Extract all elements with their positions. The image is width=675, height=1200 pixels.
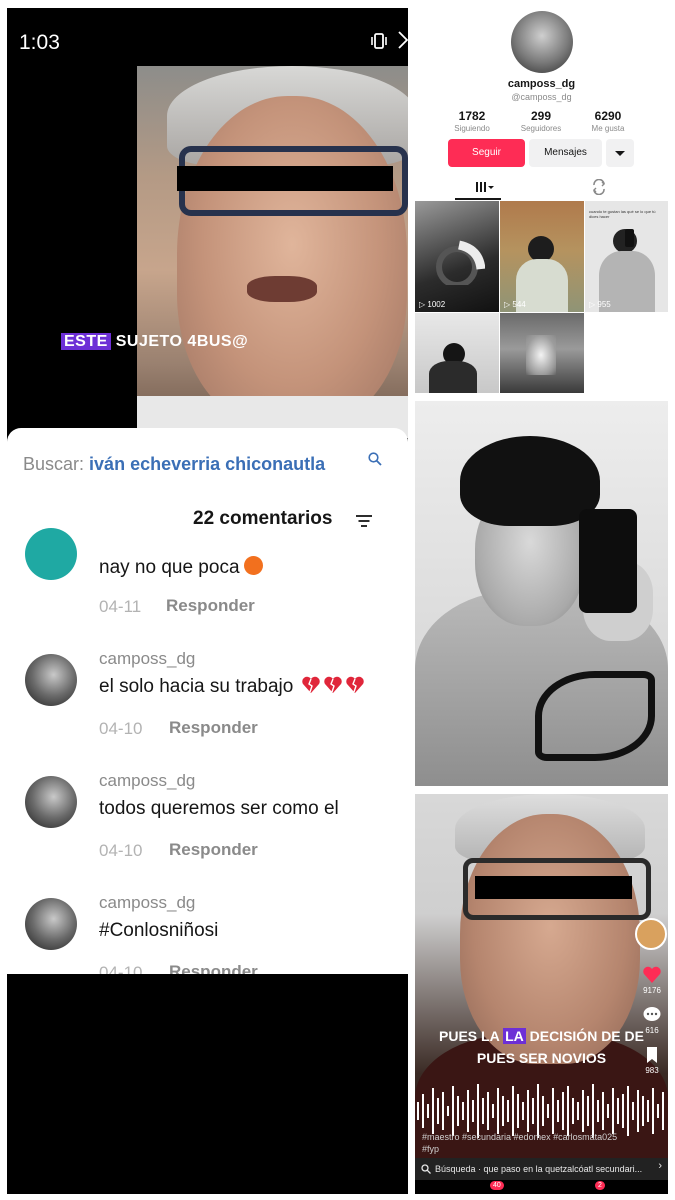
chevron-right-icon: › <box>658 1160 662 1172</box>
bottom-nav <box>415 1180 668 1194</box>
censor-bar <box>475 876 632 899</box>
profile-handle: @camposs_dg <box>511 92 572 102</box>
comment-username[interactable]: camposs_dg <box>99 893 195 913</box>
reply-button[interactable]: Responder <box>169 962 258 974</box>
stat-likes: 6290 Me gusta <box>591 109 625 133</box>
thumb-views: 544 <box>504 300 525 309</box>
comment-text: el solo hacia su trabajo <box>99 676 365 698</box>
comments-count: 22 comentarios <box>193 508 333 529</box>
search-suggestion[interactable]: Buscar: iván echeverria chiconautla <box>23 454 325 475</box>
comment-username[interactable]: camposs_dg <box>99 649 195 669</box>
comment-date: 04-11 <box>99 597 142 616</box>
comment-date: 04-10 <box>99 841 143 860</box>
creator-avatar[interactable] <box>635 918 667 950</box>
video-thumbnail[interactable]: cuando te gustan las qué se lo que tú di… <box>585 201 668 312</box>
video-caption: ESTE SUJETO 4BUS@ <box>61 333 248 351</box>
video-thumbnail[interactable] <box>500 313 584 393</box>
caption-highlight: ESTE <box>61 333 111 350</box>
video-thumbnail[interactable]: 1002 <box>415 201 499 312</box>
search-icon <box>421 1164 431 1174</box>
video-hashtags[interactable]: #maestro #secundaria #edomex #carlosmata… <box>422 1131 632 1155</box>
notification-badge: 2 <box>595 1181 605 1190</box>
grid-tab-icon[interactable] <box>475 180 495 194</box>
notification-badge: 40 <box>490 1181 504 1190</box>
thumb-views: 955 <box>589 300 610 309</box>
broken-heart-icon <box>323 676 342 693</box>
phone <box>579 509 637 613</box>
profile-name: camposs_dg <box>507 78 576 90</box>
like-button[interactable]: 9176 <box>639 966 665 995</box>
message-button[interactable]: Mensajes <box>529 139 602 167</box>
black-area <box>7 974 408 1194</box>
status-time: 1:03 <box>19 31 60 54</box>
heart-icon <box>643 966 661 983</box>
save-count: 983 <box>645 1066 659 1075</box>
thumb-overlay-text: cuando te gustan las qué se lo que tú di… <box>589 209 656 219</box>
reply-button[interactable]: Responder <box>169 840 258 860</box>
comment-date: 04-10 <box>99 719 143 738</box>
censor-bar <box>177 166 393 191</box>
screen-rotate-icon <box>398 31 408 49</box>
comments-sheet: Buscar: iván echeverria chiconautla 22 c… <box>7 428 408 974</box>
search-icon[interactable] <box>368 452 382 466</box>
comment-text: #Conlosniñosi <box>99 920 219 941</box>
video-thumbnail[interactable]: 544 <box>500 201 584 312</box>
follow-button[interactable]: Seguir <box>448 139 525 167</box>
profile-avatar[interactable] <box>511 11 573 73</box>
left-screenshot-panel: 1:03 ESTE SUJETO 4BUS@ Buscar: iván eche… <box>7 8 408 1194</box>
search-bar[interactable]: Búsqueda · que paso en la quetzalcóatl s… <box>415 1158 668 1180</box>
comment-item: camposs_dg #Conlosniñosi 04-10 Responder <box>7 890 408 974</box>
comment-item: camposs_dg el solo hacia su trabajo 04-1… <box>7 646 408 756</box>
caption-text: SUJETO 4BUS@ <box>115 333 249 350</box>
avatar[interactable] <box>25 654 77 706</box>
stat-following[interactable]: 1782 Siguiendo <box>437 109 507 133</box>
reply-button[interactable]: Responder <box>169 718 258 738</box>
comment-text: todos queremos ser como el <box>99 798 339 819</box>
profile-screenshot: camposs_dg @camposs_dg 1782 Siguiendo 29… <box>415 8 668 313</box>
video-caption-line2: PUES SER NOVIOS <box>476 1050 607 1066</box>
broken-heart-icon <box>301 676 320 693</box>
reply-button[interactable]: Responder <box>166 596 255 616</box>
thumb-views: 1002 <box>419 300 445 309</box>
avatar[interactable] <box>25 898 77 950</box>
comment-item: camposs_dg todos queremos ser como el 04… <box>7 768 408 878</box>
more-options-button[interactable] <box>606 139 634 167</box>
search-prefix: Buscar: <box>23 454 85 474</box>
video-caption-line1: PUES LA LA DECISIÓN DE DE <box>439 1028 644 1044</box>
search-query[interactable]: iván echeverria chiconautla <box>89 454 325 474</box>
avatar[interactable] <box>25 776 77 828</box>
repost-tab-icon[interactable] <box>591 179 607 195</box>
stat-followers[interactable]: 299 Seguidores <box>506 109 576 133</box>
angry-emoji-icon <box>243 556 263 575</box>
broken-heart-icon <box>345 676 364 693</box>
comment-username[interactable]: camposs_dg <box>99 771 195 791</box>
like-count: 9176 <box>643 986 661 995</box>
video-thumbnail[interactable] <box>415 313 499 393</box>
avatar[interactable] <box>25 528 77 580</box>
comment-icon <box>643 1007 661 1021</box>
tiktok-video: 9176 616 983 PUES LA LA DECISIÓN DE DE P… <box>415 794 668 1194</box>
comment-date: 04-10 <box>99 963 143 974</box>
active-tab-indicator <box>455 198 501 200</box>
comment-text: nay no que poca <box>99 556 263 579</box>
video-frame-man <box>137 66 408 438</box>
sort-icon[interactable] <box>355 514 373 528</box>
comment-item: nay no que poca 04-11 Responder <box>7 528 408 628</box>
mirror-selfie-photo <box>415 401 668 786</box>
status-bar: 1:03 <box>7 8 408 66</box>
vibrate-icon <box>371 33 387 49</box>
